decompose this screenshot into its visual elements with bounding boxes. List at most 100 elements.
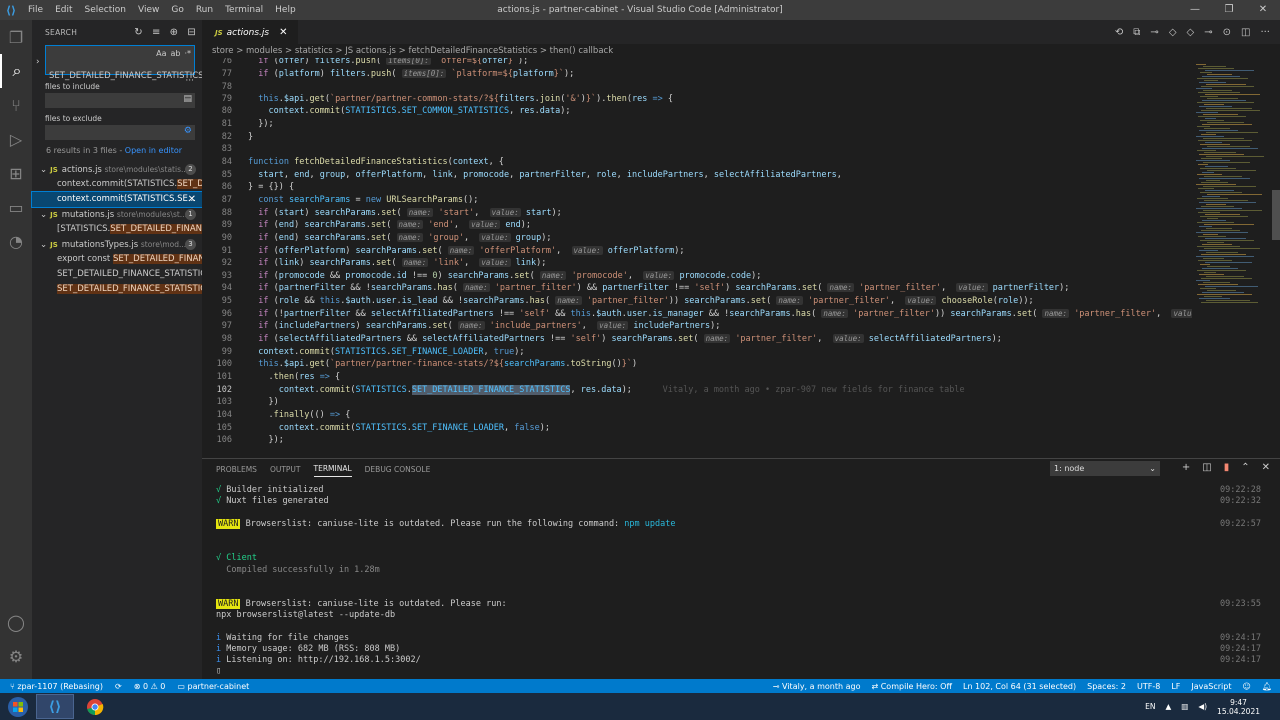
tab-actions-js[interactable]: JS actions.js ✕ <box>202 20 298 44</box>
vertical-scrollbar[interactable] <box>1272 58 1280 458</box>
scrollbar-thumb[interactable] <box>1272 190 1280 240</box>
result-file-mutations[interactable]: ⌄ JS mutations.js store\modules\st... 1 <box>32 207 202 222</box>
menu-edit[interactable]: Edit <box>55 5 72 15</box>
close-tab-icon[interactable]: ✕ <box>279 27 287 38</box>
clock[interactable]: 9:47 15.04.2021 <box>1217 698 1260 716</box>
open-in-editor-link[interactable]: Open in editor <box>125 146 182 155</box>
result-match[interactable]: [STATISTICS.SET_DETAILED_FINANC... <box>32 222 202 237</box>
toggle-blame-icon[interactable]: ⊸ <box>1204 27 1212 38</box>
result-match[interactable]: export const SET_DETAILED_FINANC... <box>32 252 202 267</box>
cursor-position[interactable]: Ln 102, Col 64 (31 selected) <box>963 682 1076 691</box>
open-changes-icon[interactable]: ⊙ <box>1223 27 1231 38</box>
language-indicator[interactable]: EN <box>1145 702 1155 711</box>
notifications-icon[interactable]: 🔔︎ <box>1262 682 1272 691</box>
tab-output[interactable]: OUTPUT <box>270 462 301 477</box>
git-branch[interactable]: ⑂ zpar-1107 (Rebasing) <box>10 682 103 691</box>
terminal-line: Compiled successfully in 1.28m <box>216 565 1261 575</box>
menu-go[interactable]: Go <box>171 5 183 15</box>
collapse-all-icon[interactable]: ⊟ <box>187 27 196 38</box>
trash-icon[interactable]: ▮ <box>1224 462 1230 473</box>
network-icon[interactable]: ▥ <box>1181 702 1188 711</box>
restore-icon[interactable]: ❐ <box>1212 0 1246 20</box>
more-icon[interactable]: ··· <box>185 76 194 86</box>
search-icon[interactable]: ⌕ <box>0 54 32 88</box>
close-window-icon[interactable]: ✕ <box>1246 0 1280 20</box>
refresh-icon[interactable]: ↻ <box>134 27 143 38</box>
account-icon[interactable]: ◯ <box>0 605 32 639</box>
menu-selection[interactable]: Selection <box>85 5 126 15</box>
compare-icon[interactable]: ⧉ <box>1133 27 1140 38</box>
git-commit-icon[interactable]: ⊸ <box>1150 27 1158 38</box>
language-mode[interactable]: JavaScript <box>1191 682 1231 691</box>
close-panel-icon[interactable]: ✕ <box>1262 462 1270 473</box>
result-match[interactable]: SET_DETAILED_FINANCE_STATISTICS. <box>32 282 202 297</box>
use-exclude-settings-icon[interactable]: ⚙ <box>184 126 192 136</box>
remote-icon[interactable]: ◔ <box>0 224 32 258</box>
result-match-selected[interactable]: context.commit(STATISTICS.SE... ✕ <box>31 191 203 208</box>
match-word-icon[interactable]: ab <box>170 49 180 59</box>
tab-terminal[interactable]: TERMINAL <box>313 461 352 477</box>
book-icon[interactable]: ▤ <box>183 94 192 104</box>
blame-status[interactable]: ⊸ Vitaly, a month ago <box>773 682 861 691</box>
tab-debug-console[interactable]: DEBUG CONSOLE <box>365 462 431 477</box>
windows-start-icon[interactable] <box>0 693 36 720</box>
minimap[interactable] <box>1192 58 1272 458</box>
result-file-actions[interactable]: ⌄ JS actions.js store\modules\statis... 2 <box>32 162 202 177</box>
terminal-select[interactable]: 1: node ⌄ <box>1050 461 1160 476</box>
sync-icon[interactable]: ⟳ <box>115 682 122 691</box>
new-terminal-icon[interactable]: + <box>1182 462 1190 473</box>
source-control-icon[interactable]: ⑂ <box>0 88 32 122</box>
line-number: 81 <box>221 119 232 129</box>
previous-change-icon[interactable]: ◇ <box>1169 27 1177 38</box>
result-match[interactable]: context.commit(STATISTICS.SET_DET... <box>32 177 202 192</box>
run-debug-icon[interactable]: ▷ <box>0 122 32 156</box>
line-ending[interactable]: LF <box>1171 682 1180 691</box>
gear-icon[interactable]: ⚙ <box>0 639 32 673</box>
match-case-icon[interactable]: Aa <box>156 49 166 59</box>
chrome-taskbar-icon[interactable] <box>76 694 114 719</box>
indentation[interactable]: Spaces: 2 <box>1087 682 1126 691</box>
feedback-icon[interactable]: ☺ <box>1243 682 1251 691</box>
problems-indicator[interactable]: ⊗ 0 ⚠ 0 <box>134 682 166 691</box>
code-editor[interactable]: 76 77 78 79 80 81 82 83 84 85 86 87 88 89 90 91 92 93 94 95… <box>202 58 1192 458</box>
split-editor-icon[interactable]: ◫ <box>1241 27 1250 38</box>
breadcrumb[interactable]: store > modules > statistics > JS action… <box>202 44 1280 58</box>
minimap-line <box>1204 272 1216 273</box>
result-match[interactable]: SET_DETAILED_FINANCE_STATISTIC... <box>32 267 202 282</box>
file-path: store\modules\st... <box>116 210 187 219</box>
next-change-icon[interactable]: ◇ <box>1187 27 1195 38</box>
menu-terminal[interactable]: Terminal <box>225 5 263 15</box>
dismiss-icon[interactable]: ✕ <box>188 192 196 207</box>
menu-run[interactable]: Run <box>196 5 213 15</box>
vscode-taskbar-icon[interactable]: ⟨⟩ <box>36 694 74 719</box>
code-line: function fetchDetailedFinanceStatistics(… <box>248 157 504 167</box>
minimize-icon[interactable]: — <box>1178 0 1212 20</box>
chevron-right-icon[interactable]: › <box>36 57 40 67</box>
volume-icon[interactable]: ◀) <box>1198 702 1207 711</box>
maximize-panel-icon[interactable]: ⌃ <box>1241 462 1249 473</box>
project-name[interactable]: ▭ partner-cabinet <box>177 682 249 691</box>
files-include-input[interactable]: ▤ <box>45 93 195 108</box>
menu-help[interactable]: Help <box>275 5 296 15</box>
search-input[interactable]: SET_DETAILED_FINANCE_STATISTICS Aa ab ·* <box>45 45 204 81</box>
files-exclude-input[interactable]: ⚙ <box>45 125 195 140</box>
encoding[interactable]: UTF-8 <box>1137 682 1160 691</box>
clear-results-icon[interactable]: ≡ <box>152 27 161 38</box>
regex-icon[interactable]: ·* <box>184 49 191 59</box>
minimap-line <box>1203 210 1262 211</box>
extensions-icon[interactable]: ⊞ <box>0 156 32 190</box>
menu-file[interactable]: File <box>28 5 43 15</box>
tray-arrow-icon[interactable]: ▲ <box>1165 702 1171 711</box>
timeline-icon[interactable]: ⟲ <box>1115 27 1123 38</box>
new-search-editor-icon[interactable]: ⊕ <box>170 27 179 38</box>
folder-icon[interactable]: ▭ <box>0 190 32 224</box>
minimap-line <box>1201 302 1258 303</box>
explorer-icon[interactable]: ❐ <box>0 20 32 54</box>
menu-view[interactable]: View <box>138 5 159 15</box>
compile-hero-status[interactable]: ⇄ Compile Hero: Off <box>871 682 952 691</box>
split-terminal-icon[interactable]: ◫ <box>1202 462 1211 473</box>
terminal-line: i Memory usage: 682 MB (RSS: 808 MB) 09:2… <box>216 644 1261 654</box>
more-actions-icon[interactable]: ··· <box>1260 27 1270 38</box>
tab-problems[interactable]: PROBLEMS <box>216 462 257 477</box>
result-file-mutationtypes[interactable]: ⌄ JS mutationsTypes.js store\mod... 3 <box>32 237 202 252</box>
